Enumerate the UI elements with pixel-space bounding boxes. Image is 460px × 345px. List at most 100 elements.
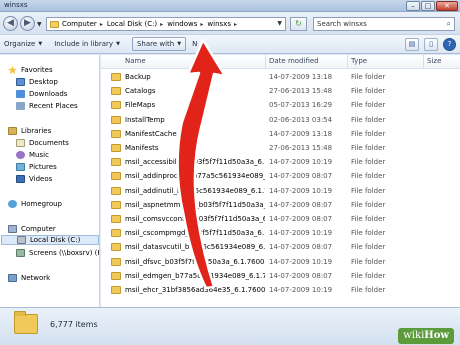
chevron-right-icon[interactable]: ▸: [200, 21, 203, 28]
file-date-modified: 14-07-2009 10:19: [269, 229, 333, 238]
breadcrumb-label: Local Disk (C:): [106, 20, 158, 28]
table-row[interactable]: Manifests 27-06-2013 15:48 File folder: [101, 141, 460, 155]
downloads-icon: [16, 90, 25, 98]
breadcrumb-local-disk[interactable]: Local Disk (C:) ▸: [107, 20, 163, 28]
recent-pages-chevron-icon[interactable]: ▼: [37, 21, 42, 28]
file-name: msil_datasvcutil_b77a5c561934e089_6.1.76…: [125, 243, 265, 252]
breadcrumb-label: winsxs: [207, 20, 231, 28]
pictures-icon: [16, 163, 25, 171]
table-row[interactable]: Backup 14-07-2009 13:18 File folder: [101, 70, 460, 84]
column-type[interactable]: Type: [351, 57, 367, 65]
nav-local-disk[interactable]: Local Disk (C:): [1, 235, 99, 245]
file-name: msil_comsvcconfig_b03f5f7f11d50a3a_6.1.7…: [125, 215, 265, 223]
recent-places-icon: [16, 102, 25, 110]
maximize-button[interactable]: □: [421, 1, 435, 11]
include-in-library-button[interactable]: Include in library ▼: [54, 40, 120, 48]
breadcrumb-winsxs[interactable]: winsxs ▸: [207, 20, 237, 28]
table-row[interactable]: msil_comsvcconfig_b03f5f7f11d50a3a_6.1.7…: [101, 212, 460, 226]
file-date-modified: 14-07-2009 08:07: [269, 243, 333, 252]
address-dropdown-icon[interactable]: ▼: [277, 20, 282, 27]
table-row[interactable]: msil_cscompmgd_b03f5f7f11d50a3a_6.1.7600…: [101, 226, 460, 240]
window-title: winsxs: [4, 1, 28, 9]
file-name: msil_accessibility_b03f5f7f11d50a3a_6.1.…: [125, 158, 265, 167]
breadcrumb-computer[interactable]: Computer ▸: [62, 20, 103, 28]
help-icon[interactable]: ?: [443, 38, 456, 51]
column-name[interactable]: Name: [125, 57, 146, 65]
organize-label: Organize: [4, 40, 36, 48]
file-name: msil_addinutil_b77a5c561934e089_6.1.7600…: [125, 186, 265, 195]
nav-network[interactable]: Network: [8, 273, 50, 283]
column-date-modified[interactable]: Date modified: [269, 57, 319, 65]
folder-icon: [111, 200, 121, 209]
table-row[interactable]: msil_edmgen_b77a5c561934e089_6.1.7600...…: [101, 269, 460, 283]
table-row[interactable]: msil_datasvcutil_b77a5c561934e089_6.1.76…: [101, 240, 460, 254]
file-name: msil_edmgen_b77a5c561934e089_6.1.7600...…: [125, 271, 265, 280]
nav-favorites[interactable]: Favorites: [8, 65, 53, 75]
breadcrumb-windows[interactable]: windows ▸: [167, 20, 203, 28]
address-bar[interactable]: Computer ▸ Local Disk (C:) ▸ windows ▸ wins…: [46, 17, 286, 31]
nav-screens-drive[interactable]: Screens (\\boxsrv) (F: [16, 248, 99, 258]
nav-desktop[interactable]: Desktop: [16, 77, 58, 87]
table-row[interactable]: msil_accessibility_b03f5f7f11d50a3a_6.1.…: [101, 155, 460, 169]
file-type: File folder: [351, 129, 386, 138]
videos-icon: [16, 175, 25, 183]
file-type: File folder: [351, 73, 386, 81]
column-size[interactable]: Size: [427, 57, 441, 65]
chevron-right-icon[interactable]: ▸: [160, 21, 163, 28]
network-icon: [8, 274, 17, 282]
nav-music[interactable]: Music: [16, 150, 49, 160]
nav-computer[interactable]: Computer: [8, 224, 56, 234]
nav-label: Favorites: [21, 66, 53, 74]
music-icon: [16, 151, 25, 159]
file-name: FileMaps: [125, 101, 156, 110]
table-row[interactable]: msil_ehcr_31bf3856ad364e35_6.1.7600.16..…: [101, 283, 460, 297]
table-row[interactable]: msil_addinprocess_b77a5c561934e089_6.1.7…: [101, 169, 460, 183]
computer-icon: [8, 225, 17, 233]
nav-libraries[interactable]: Libraries: [8, 126, 51, 136]
file-type: File folder: [351, 158, 386, 167]
nav-pictures[interactable]: Pictures: [16, 162, 57, 172]
view-controls: ▤ ▯ ?: [405, 38, 456, 51]
new-folder-button[interactable]: N: [192, 40, 197, 48]
title-bar[interactable]: winsxs – □ ✕: [0, 0, 460, 12]
change-view-icon[interactable]: ▤: [405, 38, 419, 51]
file-type: File folder: [351, 257, 386, 266]
table-row[interactable]: msil_addinutil_b77a5c561934e089_6.1.7600…: [101, 184, 460, 198]
file-name: msil_cscompmgd_b03f5f7f11d50a3a_6.1.7600…: [125, 229, 265, 238]
minimize-button[interactable]: –: [406, 1, 420, 11]
file-name: ManifestCache: [125, 129, 177, 138]
chevron-right-icon[interactable]: ▸: [234, 21, 237, 28]
nav-label: Downloads: [29, 90, 68, 98]
column-divider[interactable]: [347, 55, 348, 69]
nav-downloads[interactable]: Downloads: [16, 89, 67, 99]
file-name: Catalogs: [125, 87, 156, 96]
table-row[interactable]: msil_dfsvc_b03f5f7f11d50a3a_6.1.7600.163…: [101, 255, 460, 269]
nav-documents[interactable]: Documents: [16, 138, 69, 148]
star-icon: [8, 66, 17, 74]
forward-button[interactable]: ▶: [20, 16, 35, 31]
table-row[interactable]: FileMaps 05-07-2013 16:29 File folder: [101, 98, 460, 112]
table-row[interactable]: InstallTemp 02-06-2013 03:54 File folder: [101, 113, 460, 127]
table-row[interactable]: Catalogs 27-06-2013 15:48 File folder: [101, 84, 460, 98]
search-input[interactable]: Search winsxs ⌕: [313, 17, 455, 31]
nav-homegroup[interactable]: Homegroup: [8, 199, 62, 209]
wikihow-watermark: wikiHow: [398, 328, 454, 344]
file-type: File folder: [351, 286, 386, 294]
window-controls: – □ ✕: [406, 1, 458, 11]
refresh-button[interactable]: ↻: [290, 17, 307, 31]
back-button[interactable]: ◀: [3, 16, 18, 31]
preview-pane-icon[interactable]: ▯: [424, 38, 438, 51]
nav-videos[interactable]: Videos: [16, 174, 52, 184]
folder-icon: [111, 101, 121, 110]
table-row[interactable]: msil_aspnetmmcext_b03f5f7f11d50a3a_6.1.7…: [101, 198, 460, 212]
organize-button[interactable]: Organize ▼: [4, 40, 42, 48]
column-divider[interactable]: [265, 55, 266, 69]
share-with-button[interactable]: Share with ▼: [131, 37, 187, 51]
nav-recent-places[interactable]: Recent Places: [16, 101, 78, 111]
table-row[interactable]: ManifestCache 14-07-2009 13:18 File folder: [101, 127, 460, 141]
chevron-down-icon: ▼: [116, 41, 120, 47]
close-button[interactable]: ✕: [436, 1, 458, 11]
folder-icon: [111, 172, 121, 181]
chevron-right-icon[interactable]: ▸: [100, 21, 103, 28]
column-divider[interactable]: [423, 55, 424, 69]
